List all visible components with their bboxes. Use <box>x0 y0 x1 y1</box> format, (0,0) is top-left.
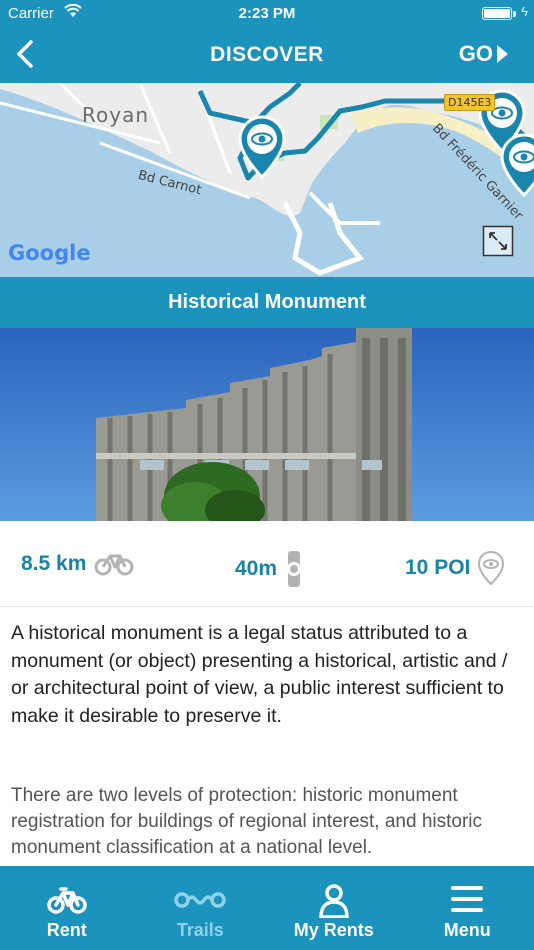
trail-description-2: There are two levels of protection: hist… <box>11 785 483 858</box>
monument-image <box>0 328 534 521</box>
go-button[interactable]: GO <box>459 41 508 67</box>
status-bar: Carrier 2:23 PM ϟ <box>0 0 534 28</box>
trail-map[interactable]: Royan Bd Carnot D145E3 Bd Frédéric Garni… <box>0 83 534 277</box>
user-icon <box>267 884 401 918</box>
tab-trails[interactable]: Trails <box>134 866 268 950</box>
bike-icon <box>94 554 134 576</box>
location-eye-icon <box>478 551 505 585</box>
battery-icon <box>482 7 512 20</box>
tab-my-rents[interactable]: My Rents <box>267 866 401 950</box>
menu-icon <box>401 884 534 916</box>
tab-rent-label: Rent <box>46 920 87 940</box>
tab-my-rents-label: My Rents <box>293 920 374 940</box>
map-route-badge: D145E3 <box>444 94 496 111</box>
battery-tip <box>513 11 516 17</box>
tab-rent[interactable]: Rent <box>0 866 134 950</box>
page-title: DISCOVER <box>210 43 324 66</box>
clock: 2:23 PM <box>238 5 296 22</box>
play-icon <box>497 45 508 63</box>
trail-photo <box>0 328 534 521</box>
nav-bar: DISCOVER GO <box>0 28 534 83</box>
trail-title: Historical Monument <box>0 277 534 328</box>
tab-menu[interactable]: Menu <box>401 866 534 950</box>
duration-value: 40m <box>235 557 278 580</box>
expand-map-button[interactable] <box>482 225 514 257</box>
poi-stat: 10 POI <box>405 551 505 585</box>
charging-icon: ϟ <box>521 4 528 19</box>
poi-value: 10 POI <box>405 556 471 579</box>
harbour-pier-2 <box>308 191 380 225</box>
distance-value: 8.5 km <box>21 552 87 575</box>
watch-icon <box>287 551 302 587</box>
poi-marker-3 <box>500 133 534 198</box>
bike-icon <box>0 884 134 916</box>
trail-icon <box>134 884 268 916</box>
google-logo: Google <box>8 241 91 265</box>
go-label: GO <box>458 41 493 66</box>
trail-stats: 8.5 km 40m 10 POI <box>0 521 534 607</box>
duration-stat: 40m <box>235 551 303 587</box>
header: Carrier 2:23 PM ϟ DISCOVER GO <box>0 0 534 83</box>
expand-icon <box>482 225 514 257</box>
tab-menu-label: Menu <box>443 920 491 940</box>
distance-stat: 8.5 km <box>21 551 134 577</box>
trail-description: A historical monument is a legal status … <box>11 622 508 727</box>
tab-trails-label: Trails <box>176 920 224 940</box>
map-town-label: Royan <box>82 103 150 127</box>
tab-bar: Rent Trails My Rents Menu <box>0 866 534 950</box>
